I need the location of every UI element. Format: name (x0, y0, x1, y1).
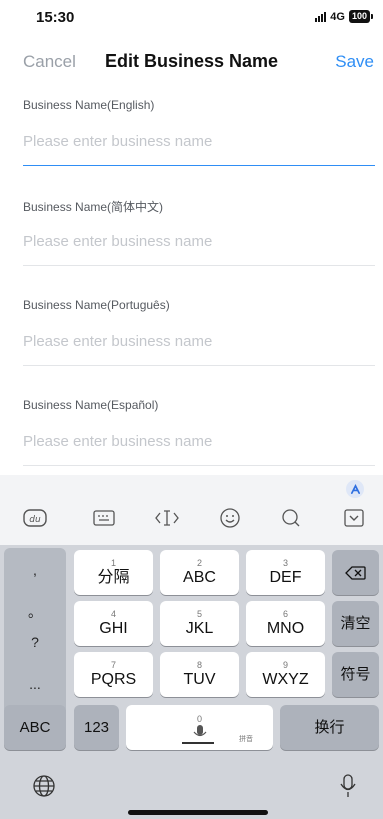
backspace-icon (344, 565, 366, 580)
business-name-chinese-input[interactable] (23, 228, 375, 254)
input-underline (23, 465, 375, 466)
save-button[interactable]: Save (335, 52, 374, 72)
key-7[interactable]: 7 PQRS (74, 652, 153, 697)
punct-comma-key[interactable]: , (4, 562, 66, 578)
punct-question-key[interactable]: ? (4, 634, 66, 650)
field-label: Business Name(Português) (23, 298, 170, 312)
signal-icon (315, 11, 327, 22)
status-bar: 15:30 4G 100 (0, 0, 383, 40)
network-label: 4G (330, 10, 345, 23)
emoji-icon[interactable] (219, 507, 241, 529)
keyboard-icon[interactable] (92, 507, 116, 529)
nav-bar: Cancel Edit Business Name Save (0, 40, 383, 84)
punctuation-column[interactable]: , 。 ? ... (4, 548, 66, 714)
delete-button[interactable] (332, 550, 379, 595)
key-3[interactable]: 3 DEF (246, 550, 325, 595)
key-9[interactable]: 9 WXYZ (246, 652, 325, 697)
field-portuguese: Business Name(Português) (23, 298, 375, 398)
key-6[interactable]: 6 MNO (246, 601, 325, 646)
space-hint: 拼音 (239, 736, 253, 743)
collapse-keyboard-icon[interactable] (343, 507, 365, 529)
key-4[interactable]: 4 GHI (74, 601, 153, 646)
microphone-icon (193, 724, 206, 736)
input-underline (23, 265, 375, 266)
search-icon[interactable] (280, 507, 302, 529)
field-label: Business Name(简体中文) (23, 200, 164, 214)
input-underline-active (23, 165, 375, 166)
key-5[interactable]: 5 JKL (160, 601, 239, 646)
symbol-button[interactable]: 符号 (332, 652, 379, 697)
field-label: Business Name(English) (23, 98, 155, 112)
status-indicators: 4G 100 (315, 10, 373, 23)
punct-ellipsis-key[interactable]: ... (4, 676, 66, 692)
business-name-portuguese-input[interactable] (23, 328, 375, 354)
field-english: Business Name(English) (23, 98, 375, 198)
clear-button[interactable]: 清空 (332, 601, 379, 646)
battery-level: 100 (348, 10, 370, 23)
globe-icon[interactable] (32, 774, 56, 803)
key-2[interactable]: 2 ABC (160, 550, 239, 595)
baidu-icon[interactable]: du (22, 507, 48, 529)
cursor-icon[interactable] (153, 507, 181, 529)
space-key[interactable]: 0 拼音 (126, 705, 273, 750)
home-indicator[interactable] (128, 810, 268, 815)
field-chinese: Business Name(简体中文) (23, 198, 375, 298)
dictation-microphone-icon[interactable] (338, 773, 358, 804)
key-8[interactable]: 8 TUV (160, 652, 239, 697)
business-name-english-input[interactable] (23, 128, 375, 154)
field-label: Business Name(Español) (23, 398, 159, 412)
battery-icon: 100 (348, 10, 373, 23)
cancel-button[interactable]: Cancel (23, 52, 76, 72)
punct-period-key[interactable]: 。 (4, 602, 66, 622)
business-name-spanish-input[interactable] (23, 428, 375, 454)
key-1[interactable]: 1 分隔 (74, 550, 153, 595)
keyboard-toolbar: du (0, 475, 383, 545)
abc-switch-button[interactable]: ABC (4, 705, 66, 750)
business-name-form: Business Name(English) Business Name(简体中… (23, 98, 375, 498)
number-switch-button[interactable]: 123 (74, 705, 119, 750)
status-time: 15:30 (36, 9, 75, 26)
input-underline (23, 365, 375, 366)
keyboard-brand-icon (346, 480, 364, 498)
keyboard: , 。 ? ... 1 分隔 2 ABC 3 DEF 4 GHI 5 JKL 6… (0, 545, 383, 819)
enter-button[interactable]: 换行 (280, 705, 379, 750)
svg-text:du: du (29, 515, 41, 525)
